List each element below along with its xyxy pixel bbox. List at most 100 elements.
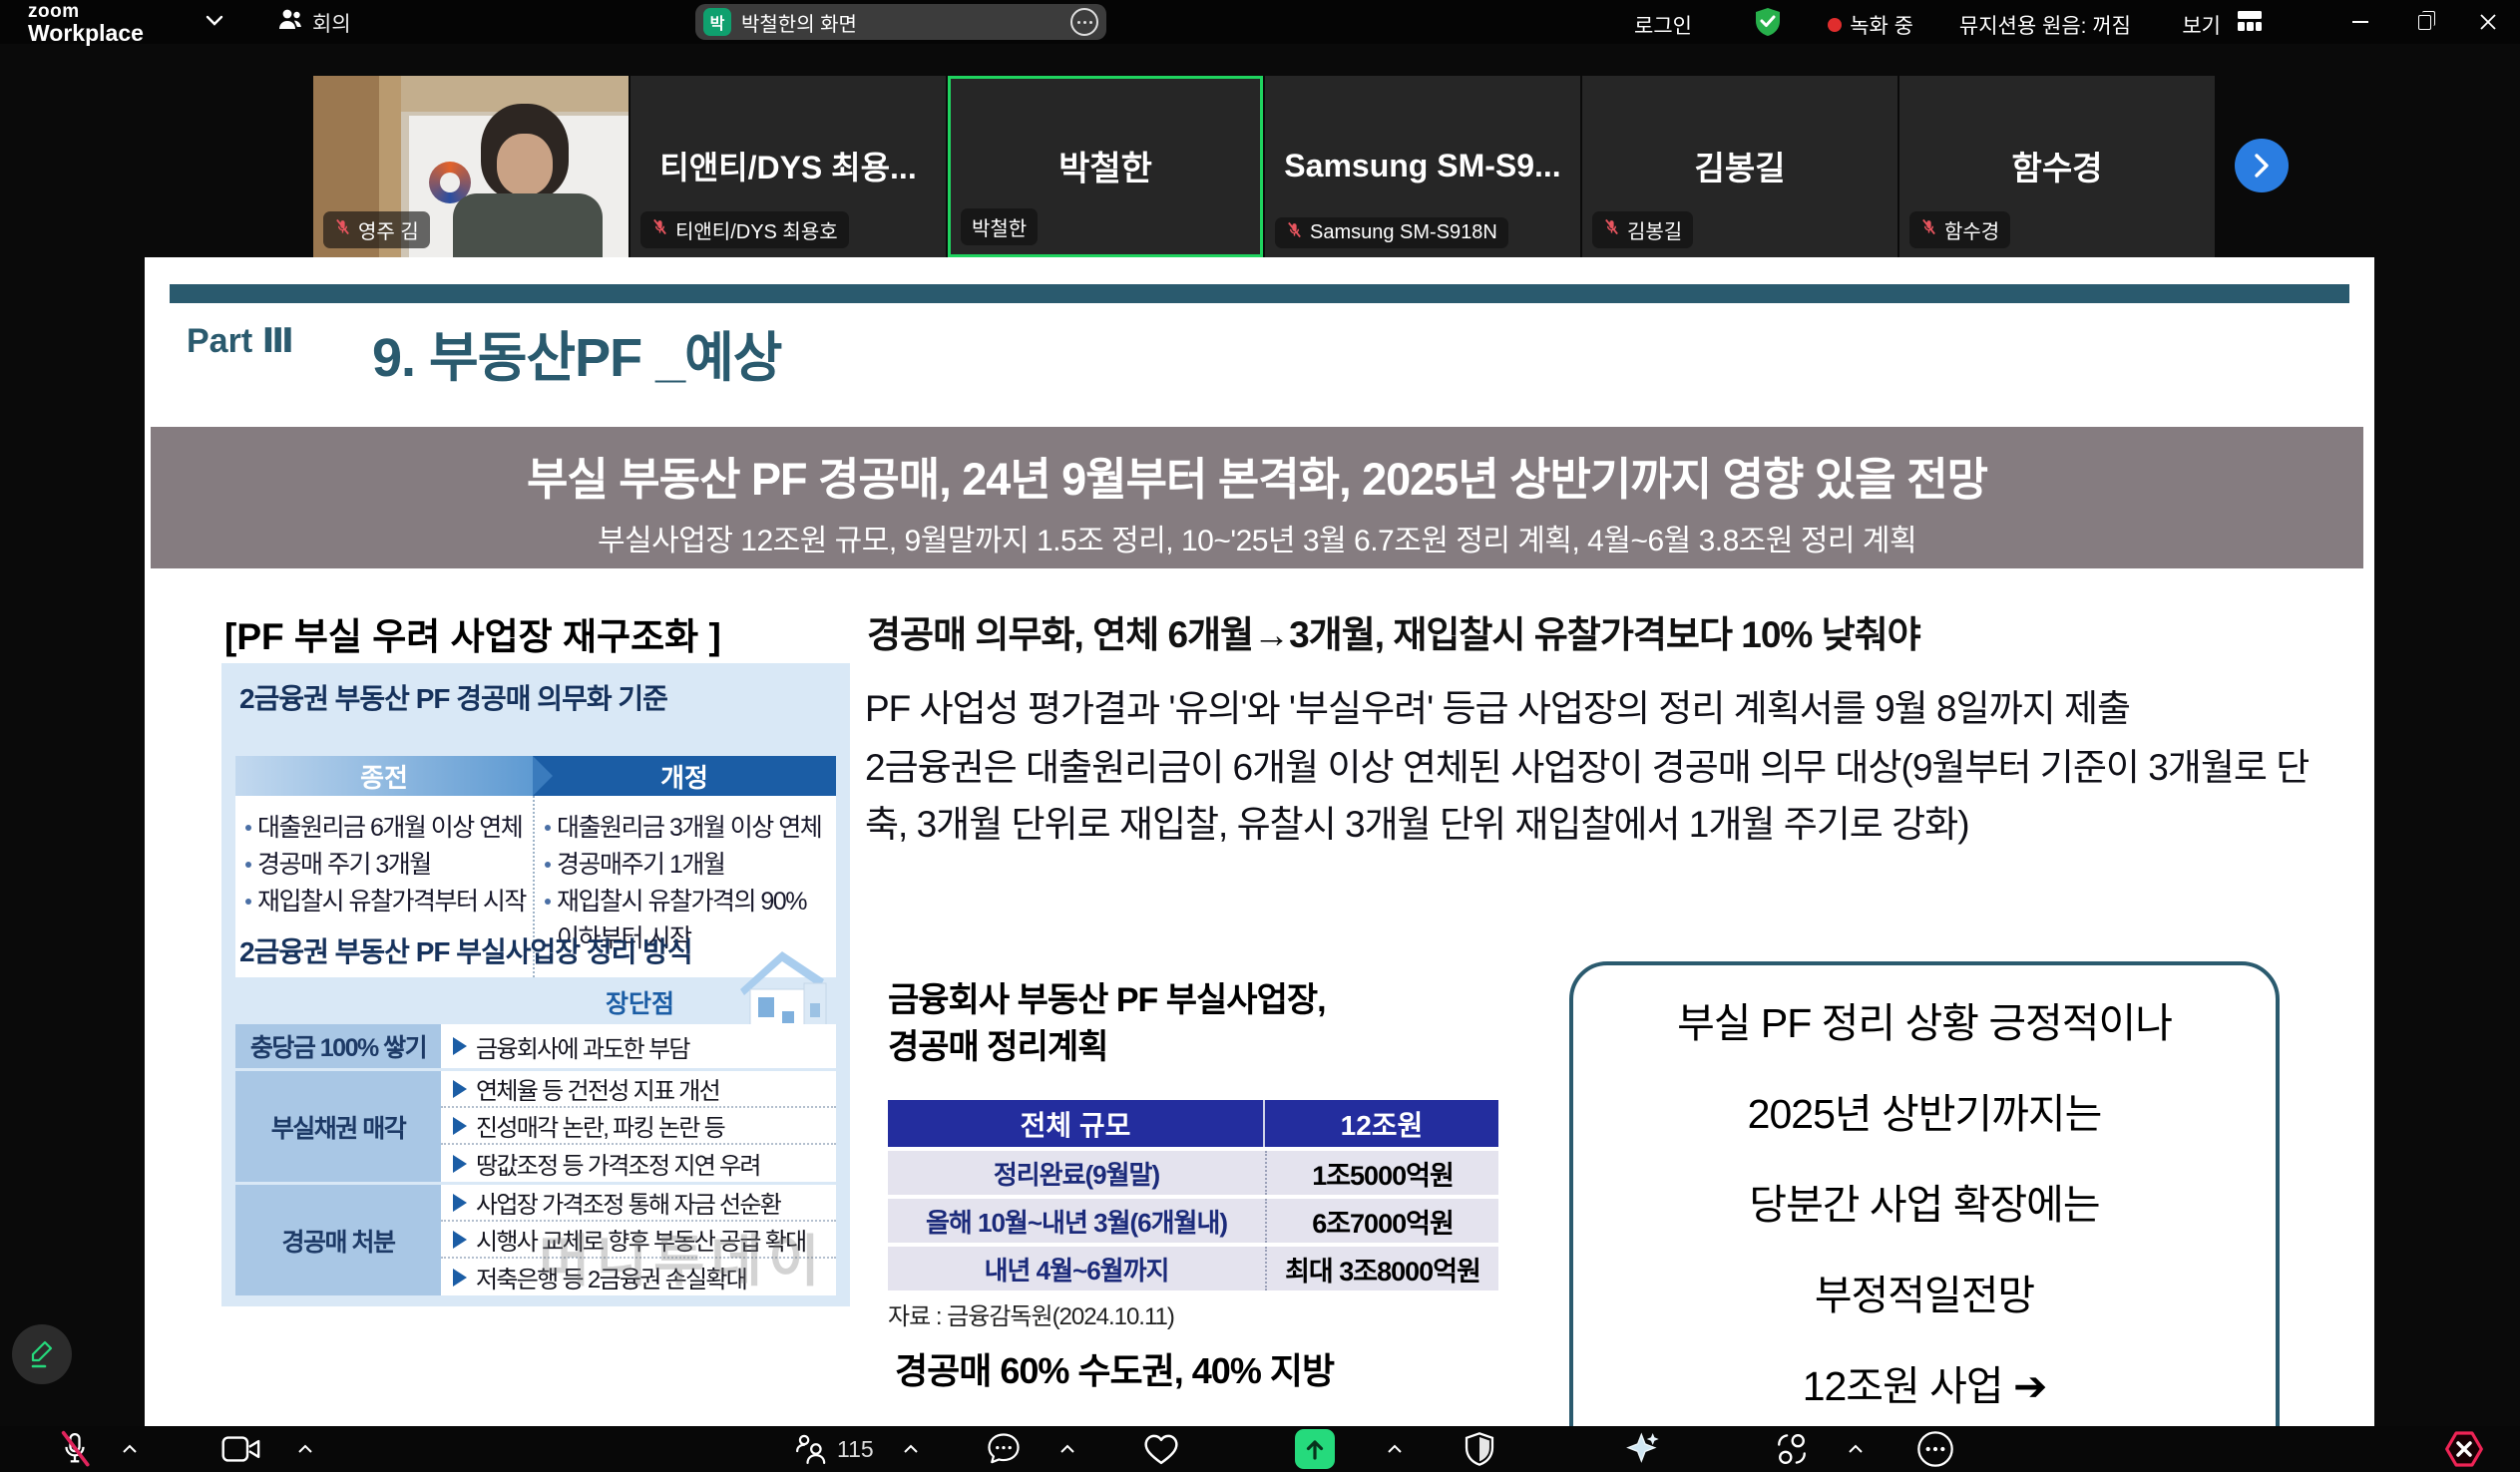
participant-filmstrip: 영주 김 티앤티/DYS 최용... 티앤티/DYS 최용호 박철한 박철한 S… [0,76,2520,257]
participant-name: 박철한 [972,212,1027,241]
participant-display-name: 함수경 [1899,142,2215,189]
left-infographic-panel: 2금융권 부동산 PF 경공매 의무화 기준 종전 개정 대출원리금 6개월 이… [221,663,850,1306]
share-options-chevron[interactable] [1387,1444,1403,1454]
row-item: 땅값조정 등 가격조정 지연 우려 [476,1146,760,1181]
security-shield-icon[interactable] [1754,7,1782,42]
outlook-callout-box: 부실 PF 정리 상황 긍정적이나 2025년 상반기까지는 당분간 사업 확장… [1569,961,2280,1426]
security-button[interactable] [1465,1431,1494,1467]
left-section-heading: [PF 부실 우려 사업장 재구조화 ] [224,606,721,660]
participant-tile[interactable]: 김봉길 김봉길 [1582,76,1897,257]
cell: 6조7000억원 [1265,1199,1498,1243]
reactions-button[interactable] [1142,1431,1180,1467]
original-sound-toggle[interactable]: 뮤지션용 원음: 꺼짐 [1959,10,2131,40]
arrow-bullet-icon [453,1194,467,1212]
center-table-title-line1: 금융회사 부동산 PF 부실사업장, [888,977,1326,1024]
restore-button[interactable] [2392,0,2456,44]
apps-button[interactable] [1774,1431,1810,1467]
mute-button[interactable] [58,1430,92,1468]
paragraph: 2금융권은 대출원리금이 6개월 이상 연체된 사업장이 경공매 의무 대상(9… [865,739,2329,853]
share-screen-button[interactable] [1295,1429,1335,1469]
row-item: 연체율 등 건전성 지표 개선 [476,1071,719,1106]
mic-muted-icon [651,218,668,241]
after-item: 대출원리금 3개월 이상 연체 [557,810,821,847]
banner-headline: 부실 부동산 PF 경공매, 24년 9월부터 본격화, 2025년 상반기까지… [151,443,2363,508]
row-item: 사업장 가격조정 통해 자금 선순환 [476,1185,780,1220]
participant-display-name: 티앤티/DYS 최용... [630,143,946,188]
mic-muted-icon [1603,218,1620,241]
meeting-tab[interactable]: 회의 [277,8,351,38]
login-button[interactable]: 로그인 [1634,10,1692,40]
avatar: 박 [703,8,731,36]
chat-options-chevron[interactable] [1059,1444,1075,1454]
video-button[interactable] [221,1434,261,1464]
mic-muted-icon [334,218,351,241]
slide-accent-bar [170,284,2349,303]
table-header-row: 전체 규모 12조원 [888,1100,1498,1147]
chat-button[interactable] [986,1431,1022,1467]
next-participants-button[interactable] [2235,139,2289,192]
video-options-chevron[interactable] [297,1444,313,1454]
more-button[interactable] [1915,1429,1955,1469]
participants-count: 115 [837,1436,874,1463]
recording-indicator[interactable]: 녹화 중 [1828,10,1913,40]
chevron-down-icon[interactable] [205,14,224,33]
view-grid-icon[interactable] [2237,10,2263,37]
slide-title: 9. 부동산PF _예상 [372,313,781,392]
view-button[interactable]: 보기 [2182,10,2221,40]
participants-button[interactable]: 115 [793,1432,874,1466]
participant-display-name: 박철한 [951,142,1260,190]
callout-line: 당분간 사업 확장에는 [1573,1171,2276,1231]
participant-display-name: Samsung SM-S9... [1265,148,1580,184]
table-row: 충당금 100% 쌓기 금융회사에 과도한 부담 [235,1024,836,1068]
ai-companion-button[interactable] [1624,1429,1664,1469]
table-row: 올해 10월~내년 3월(6개월내) 6조7000억원 [888,1199,1498,1243]
pencil-icon [27,1338,57,1370]
arrow-bullet-icon [453,1037,467,1055]
logo-zoom-text: zoom [28,2,144,21]
participant-name: 김봉길 [1627,215,1682,244]
participant-tile[interactable]: 함수경 함수경 [1899,76,2215,257]
mute-options-chevron[interactable] [122,1444,138,1454]
row-label: 부실채권 매각 [235,1071,441,1182]
participant-name-plate: 김봉길 [1592,211,1693,248]
table-source: 자료 : 금융감독원(2024.10.11) [888,1296,1174,1331]
participant-name: Samsung SM-S918N [1310,221,1497,244]
participant-tile[interactable]: Samsung SM-S9... Samsung SM-S918N [1265,76,1580,257]
minimize-button[interactable] [2328,0,2392,44]
zoom-workplace-logo: zoom Workplace [28,2,144,45]
callout-line: 2025년 상반기까지는 [1573,1080,2276,1140]
apps-options-chevron[interactable] [1848,1444,1864,1454]
arrow-bullet-icon [453,1231,467,1249]
row-label: 경공매 처분 [235,1185,441,1295]
bullet-icon [545,899,551,905]
arrow-bullet-icon [453,1080,467,1098]
col-before-label: 종전 [235,756,533,796]
slide-banner: 부실 부동산 PF 경공매, 24년 9월부터 본격화, 2025년 상반기까지… [151,427,2363,568]
more-options-icon[interactable] [1070,8,1098,36]
participant-display-name: 김봉길 [1582,142,1897,189]
participant-tile[interactable]: 영주 김 [313,76,629,257]
bullet-icon [545,825,551,831]
before-item: 경공매 주기 3개월 [257,847,431,884]
close-button[interactable] [2456,0,2520,44]
logo-workplace-text: Workplace [28,22,144,45]
header-cell: 전체 규모 [888,1100,1265,1147]
body-paragraphs: PF 사업성 평가결과 '유의'와 '부실우려' 등급 사업장의 정리 계획서를… [865,680,2329,855]
participant-tile[interactable]: 티앤티/DYS 최용... 티앤티/DYS 최용호 [630,76,946,257]
center-table-title: 금융회사 부동산 PF 부실사업장, 경공매 정리계획 [888,977,1326,1071]
callout-line: 12조원 사업 ➔ [1573,1352,2276,1412]
row-label: 충당금 100% 쌓기 [235,1024,441,1068]
annotate-button[interactable] [12,1324,72,1384]
record-dot-icon [1828,18,1842,32]
arrow-bullet-icon [453,1117,467,1135]
recording-label: 녹화 중 [1850,10,1913,40]
end-meeting-button[interactable] [2442,1429,2486,1469]
participant-name-plate: 티앤티/DYS 최용호 [640,211,849,248]
participants-options-chevron[interactable] [903,1444,919,1454]
zoom-meeting-window: zoom Workplace 회의 박 박철한의 화면 로그인 녹화 중 뮤지션… [0,0,2520,1472]
shared-screen-pill[interactable]: 박 박철한의 화면 [695,4,1106,40]
cell: 올해 10월~내년 3월(6개월내) [888,1199,1265,1243]
participant-name: 영주 김 [358,215,419,244]
participant-name: 함수경 [1944,215,1999,244]
participant-tile-active-speaker[interactable]: 박철한 박철한 [948,76,1263,257]
